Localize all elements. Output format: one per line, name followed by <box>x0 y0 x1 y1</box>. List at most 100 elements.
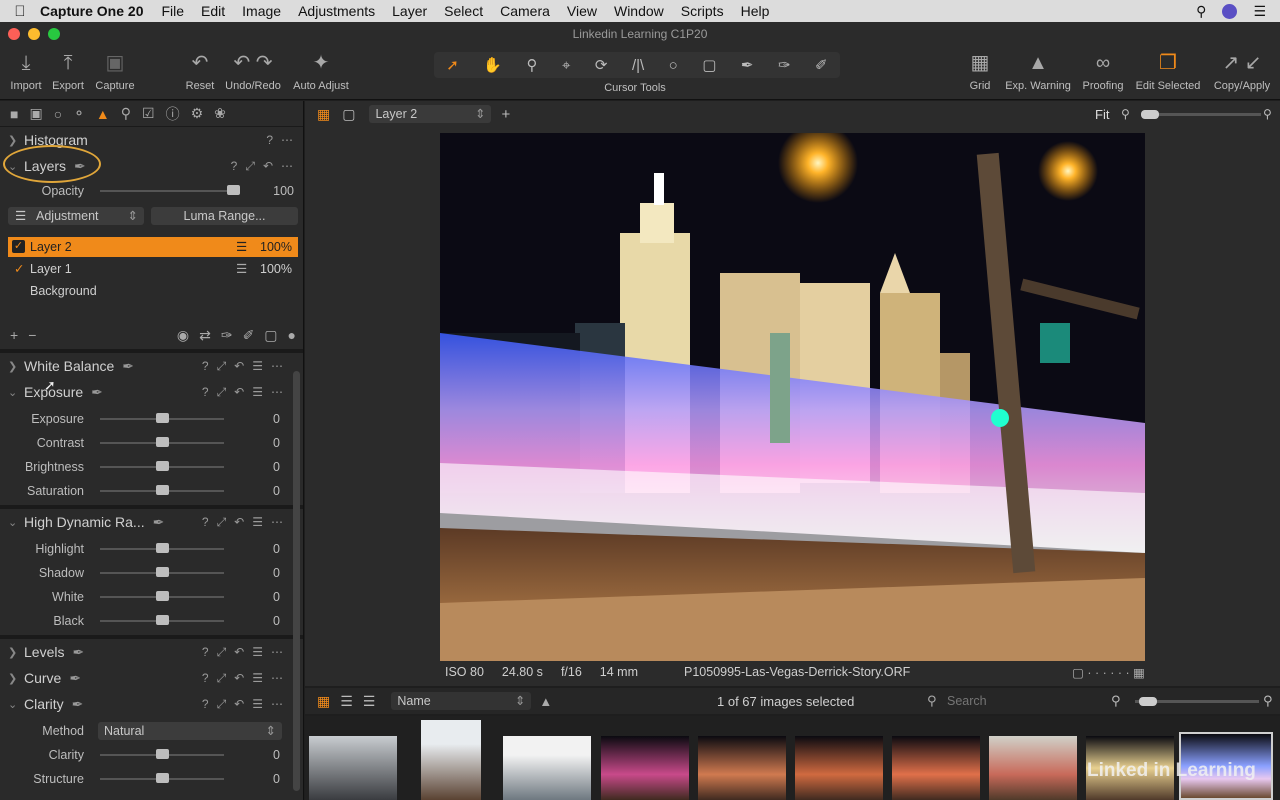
zoom-slider[interactable] <box>1141 110 1261 119</box>
expand-icon[interactable]: ⤢ <box>217 697 227 712</box>
menu-edit[interactable]: Edit <box>201 3 225 19</box>
add-layer-icon[interactable]: + <box>501 106 510 123</box>
search-input[interactable] <box>947 692 1087 710</box>
app-menu[interactable]: Capture One 20 <box>40 3 143 19</box>
more-icon[interactable]: ⋯ <box>271 359 283 373</box>
picker-icon[interactable]: ✒ <box>122 358 134 375</box>
more-icon[interactable]: ⋯ <box>281 133 293 147</box>
thumbnail[interactable] <box>989 736 1077 800</box>
thumbnail[interactable] <box>421 720 481 800</box>
white-slider[interactable]: White 0 <box>0 585 303 609</box>
layer-select[interactable]: Layer 2 ⇕ <box>369 105 492 123</box>
rating-icons[interactable]: ▢ · · · · · · ▦ <box>1072 665 1145 680</box>
rotate-tool-icon[interactable]: ⟳ <box>595 56 608 74</box>
reset-icon[interactable]: ↶ <box>234 697 244 711</box>
search-icon[interactable]: ⚲ <box>1196 3 1206 20</box>
menu-icon[interactable]: ☰ <box>252 385 263 399</box>
zoom-out-icon[interactable]: ⚲ <box>1111 693 1121 709</box>
help-icon[interactable]: ? <box>202 671 209 685</box>
help-icon[interactable]: ? <box>202 359 209 373</box>
gradient-icon[interactable]: ▢ <box>264 327 277 344</box>
structure-slider[interactable]: Structure 0 <box>0 767 303 791</box>
eraser-icon[interactable]: ✐ <box>243 327 255 344</box>
layer-row[interactable]: ✓ Layer 2 ☰ 100% <box>8 237 298 257</box>
zoom-in-icon[interactable]: ⚲ <box>1263 107 1272 121</box>
shadow-slider[interactable]: Shadow 0 <box>0 561 303 585</box>
zoom-button[interactable] <box>48 28 60 40</box>
eraser-tool-icon[interactable]: ✐ <box>815 56 828 74</box>
edit-selected-button[interactable]: ❐ Edit Selected <box>1132 50 1204 92</box>
zoom-in-icon[interactable]: ⚲ <box>1263 693 1273 709</box>
thumbnail[interactable] <box>698 736 786 800</box>
eye-icon[interactable]: ◉ <box>177 327 189 344</box>
expand-icon[interactable]: ⤢ <box>217 645 227 660</box>
layer-row[interactable]: Background <box>8 281 298 301</box>
thumbnail[interactable] <box>309 736 397 800</box>
hand-tool-icon[interactable]: ✋ <box>483 56 502 74</box>
help-icon[interactable]: ? <box>266 133 273 147</box>
more-icon[interactable]: ⋯ <box>271 671 283 685</box>
export-button[interactable]: ⤒ Export <box>48 50 88 92</box>
expand-icon[interactable]: ⤢ <box>245 159 255 174</box>
adjustments-tab-icon[interactable]: ☑ <box>142 105 155 122</box>
batch-tab-icon[interactable]: ❀ <box>214 105 226 122</box>
more-icon[interactable]: ⋯ <box>271 645 283 659</box>
list-view-icon[interactable]: ☰ <box>340 693 353 710</box>
thumbnail[interactable] <box>601 736 689 800</box>
menu-scripts[interactable]: Scripts <box>681 3 724 19</box>
hdr-section[interactable]: ⌄ High Dynamic Ra... ✒ ? ⤢ ↶ ☰ ⋯ <box>0 509 303 535</box>
picker-tool-icon[interactable]: ✒ <box>741 56 754 74</box>
menu-select[interactable]: Select <box>444 3 483 19</box>
menu-icon[interactable]: ☰ <box>252 645 263 659</box>
circle-tool-icon[interactable]: ○ <box>669 57 678 74</box>
multi-view-icon[interactable]: ▦ <box>317 106 330 123</box>
zoom-tool-icon[interactable]: ⚲ <box>526 56 537 74</box>
exposure-slider[interactable]: Exposure 0 <box>0 407 303 431</box>
clarity-section[interactable]: ⌄ Clarity ✒ ? ⤢ ↶ ☰ ⋯ <box>0 691 303 717</box>
capture-button[interactable]: ▣ Capture <box>92 50 138 92</box>
keystone-tool-icon[interactable]: /|\ <box>632 57 644 74</box>
close-button[interactable] <box>8 28 20 40</box>
brush-tool-icon[interactable]: ✑ <box>778 56 791 74</box>
more-icon[interactable]: ⋯ <box>271 385 283 399</box>
checkbox-icon[interactable]: ✓ <box>12 240 25 253</box>
more-icon[interactable]: ⋯ <box>281 159 293 173</box>
opacity-track[interactable] <box>100 190 240 192</box>
help-icon[interactable]: ? <box>202 515 209 529</box>
more-icon[interactable]: ⋯ <box>271 697 283 711</box>
menu-view[interactable]: View <box>567 3 597 19</box>
check-icon[interactable]: ✓ <box>14 259 24 279</box>
color-tab-icon[interactable]: ⚬ <box>73 105 85 122</box>
method-select[interactable]: Natural ⇕ <box>98 722 282 740</box>
picker-icon[interactable]: ✒ <box>153 514 165 531</box>
apple-icon[interactable]:  <box>0 3 40 20</box>
picker-icon[interactable]: ✒ <box>69 670 81 687</box>
remove-layer-icon[interactable]: − <box>28 327 36 344</box>
grid-view-icon[interactable]: ▦ <box>317 693 330 710</box>
thumbnail[interactable] <box>503 736 591 800</box>
list-icon[interactable]: ☰ <box>1253 3 1266 20</box>
sort-select[interactable]: Name ⇕ <box>391 692 532 710</box>
picker-icon[interactable]: ✒ <box>91 384 103 401</box>
crop-tool-icon[interactable]: ⌖ <box>562 57 570 74</box>
menu-adjustments[interactable]: Adjustments <box>298 3 375 19</box>
reset-icon[interactable]: ↶ <box>263 159 273 173</box>
luma-range-button[interactable]: Luma Range... <box>151 207 298 225</box>
picker-icon[interactable]: ✒ <box>72 644 84 661</box>
expand-icon[interactable]: ⤢ <box>217 359 227 374</box>
menu-icon[interactable]: ☰ <box>252 359 263 373</box>
help-icon[interactable]: ? <box>202 645 209 659</box>
curve-section[interactable]: ❯ Curve ✒ ? ⤢ ↶ ☰ ⋯ <box>0 665 303 691</box>
siri-icon[interactable] <box>1222 3 1238 19</box>
help-icon[interactable]: ? <box>202 697 209 711</box>
grid-button[interactable]: ▦ Grid <box>960 50 1000 92</box>
exposure-tab-icon[interactable]: ▲ <box>96 106 110 122</box>
swap-icon[interactable]: ⇄ <box>199 327 211 344</box>
auto-adjust-button[interactable]: ✦ Auto Adjust <box>290 50 352 92</box>
levels-section[interactable]: ❯ Levels ✒ ? ⤢ ↶ ☰ ⋯ <box>0 639 303 665</box>
expand-icon[interactable]: ⤢ <box>217 515 227 530</box>
clarity-slider[interactable]: Clarity 0 <box>0 743 303 767</box>
gradient-tool-icon[interactable]: ▢ <box>702 56 716 74</box>
reset-icon[interactable]: ↶ <box>234 671 244 685</box>
menu-icon[interactable]: ☰ <box>252 671 263 685</box>
